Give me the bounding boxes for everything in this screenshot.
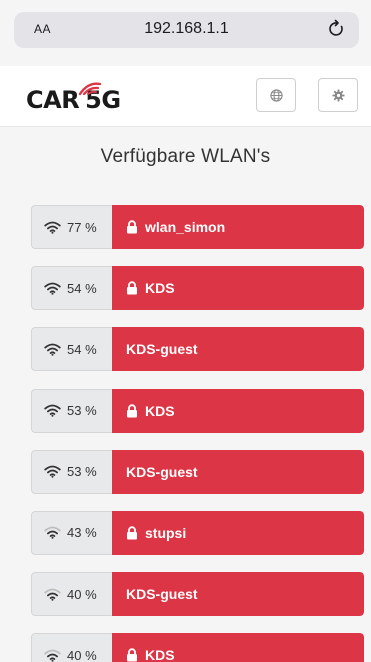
ssid-label: KDS-guest bbox=[126, 341, 198, 358]
signal-strength: 54 % bbox=[31, 266, 112, 311]
ssid-label: KDS bbox=[145, 647, 175, 662]
ssid-button[interactable]: wlan_simon bbox=[112, 205, 364, 249]
gear-icon bbox=[332, 89, 345, 102]
page-title: Verfügbare WLAN's bbox=[100, 146, 271, 167]
ssid-label: stupsi bbox=[145, 524, 187, 541]
wifi-icon bbox=[44, 527, 61, 540]
wifi-icon bbox=[44, 465, 61, 479]
ssid-button[interactable]: KDS-guest bbox=[112, 449, 364, 494]
ssid-button[interactable]: KDS bbox=[112, 633, 364, 662]
browser-bar: AA 192.168.1.1 bbox=[0, 0, 371, 66]
lock-icon bbox=[127, 526, 137, 540]
ssid-button[interactable]: KDS bbox=[112, 388, 364, 433]
signal-strength: 43 % bbox=[31, 510, 112, 555]
wlan-row[interactable]: 40 % KDS-guest bbox=[31, 572, 364, 617]
signal-percent: 40 % bbox=[67, 586, 97, 602]
wlan-row[interactable]: 54 % KDS-guest bbox=[31, 327, 364, 372]
signal-percent: 54 % bbox=[67, 280, 97, 296]
signal-strength: 53 % bbox=[31, 449, 112, 494]
car5g-logo[interactable]: CAR 5G bbox=[26, 80, 156, 116]
ssid-button[interactable]: KDS-guest bbox=[112, 572, 364, 617]
signal-strength: 53 % bbox=[31, 388, 112, 433]
wifi-icon bbox=[44, 404, 61, 417]
wifi-icon bbox=[44, 649, 61, 662]
wifi-icon bbox=[44, 221, 61, 234]
logo-car-text: CAR bbox=[26, 86, 80, 114]
wifi-icon bbox=[44, 343, 61, 356]
lock-icon bbox=[127, 281, 137, 295]
signal-strength: 40 % bbox=[31, 572, 112, 617]
ssid-button[interactable]: stupsi bbox=[112, 510, 364, 555]
url-text[interactable]: 192.168.1.1 bbox=[14, 20, 359, 38]
signal-percent: 53 % bbox=[67, 464, 97, 480]
ssid-label: KDS-guest bbox=[126, 463, 198, 480]
signal-percent: 54 % bbox=[67, 341, 97, 357]
ssid-label: wlan_simon bbox=[145, 219, 226, 235]
wlan-row[interactable]: 40 % KDS bbox=[31, 633, 364, 662]
signal-percent: 40 % bbox=[67, 647, 97, 662]
app-header: CAR 5G bbox=[0, 66, 371, 127]
wlan-list: 77 % wlan_simon 54 % KDS 54 % KDS-guest 53 % KD… bbox=[31, 205, 364, 662]
wifi-icon bbox=[44, 282, 61, 295]
settings-button[interactable] bbox=[318, 78, 358, 112]
address-bar[interactable]: AA 192.168.1.1 bbox=[14, 12, 359, 48]
ssid-label: KDS-guest bbox=[126, 586, 198, 603]
ssid-button[interactable]: KDS bbox=[112, 266, 364, 311]
ssid-button[interactable]: KDS-guest bbox=[112, 327, 364, 372]
page: AA 192.168.1.1 CAR 5G Verfügbare WLAN's … bbox=[0, 0, 371, 662]
signal-percent: 43 % bbox=[67, 525, 97, 541]
wlan-row[interactable]: 53 % KDS bbox=[31, 388, 364, 433]
signal-strength: 54 % bbox=[31, 327, 112, 372]
ssid-label: KDS bbox=[145, 280, 175, 297]
language-button[interactable] bbox=[256, 78, 296, 112]
signal-percent: 77 % bbox=[67, 219, 97, 235]
signal-strength: 40 % bbox=[31, 633, 112, 662]
lock-icon bbox=[127, 220, 137, 234]
signal-percent: 53 % bbox=[67, 403, 97, 419]
lock-icon bbox=[127, 403, 137, 418]
wlan-row[interactable]: 54 % KDS bbox=[31, 266, 364, 311]
signal-strength: 77 % bbox=[31, 205, 112, 249]
wlan-row[interactable]: 77 % wlan_simon bbox=[31, 205, 364, 249]
ssid-label: KDS bbox=[145, 402, 175, 419]
lock-icon bbox=[127, 648, 137, 662]
signal-arc-icon bbox=[78, 82, 102, 96]
wlan-row[interactable]: 43 % stupsi bbox=[31, 510, 364, 555]
wifi-icon bbox=[44, 588, 61, 601]
reload-icon[interactable] bbox=[327, 18, 347, 40]
globe-icon bbox=[270, 89, 283, 102]
wlan-row[interactable]: 53 % KDS-guest bbox=[31, 449, 364, 494]
